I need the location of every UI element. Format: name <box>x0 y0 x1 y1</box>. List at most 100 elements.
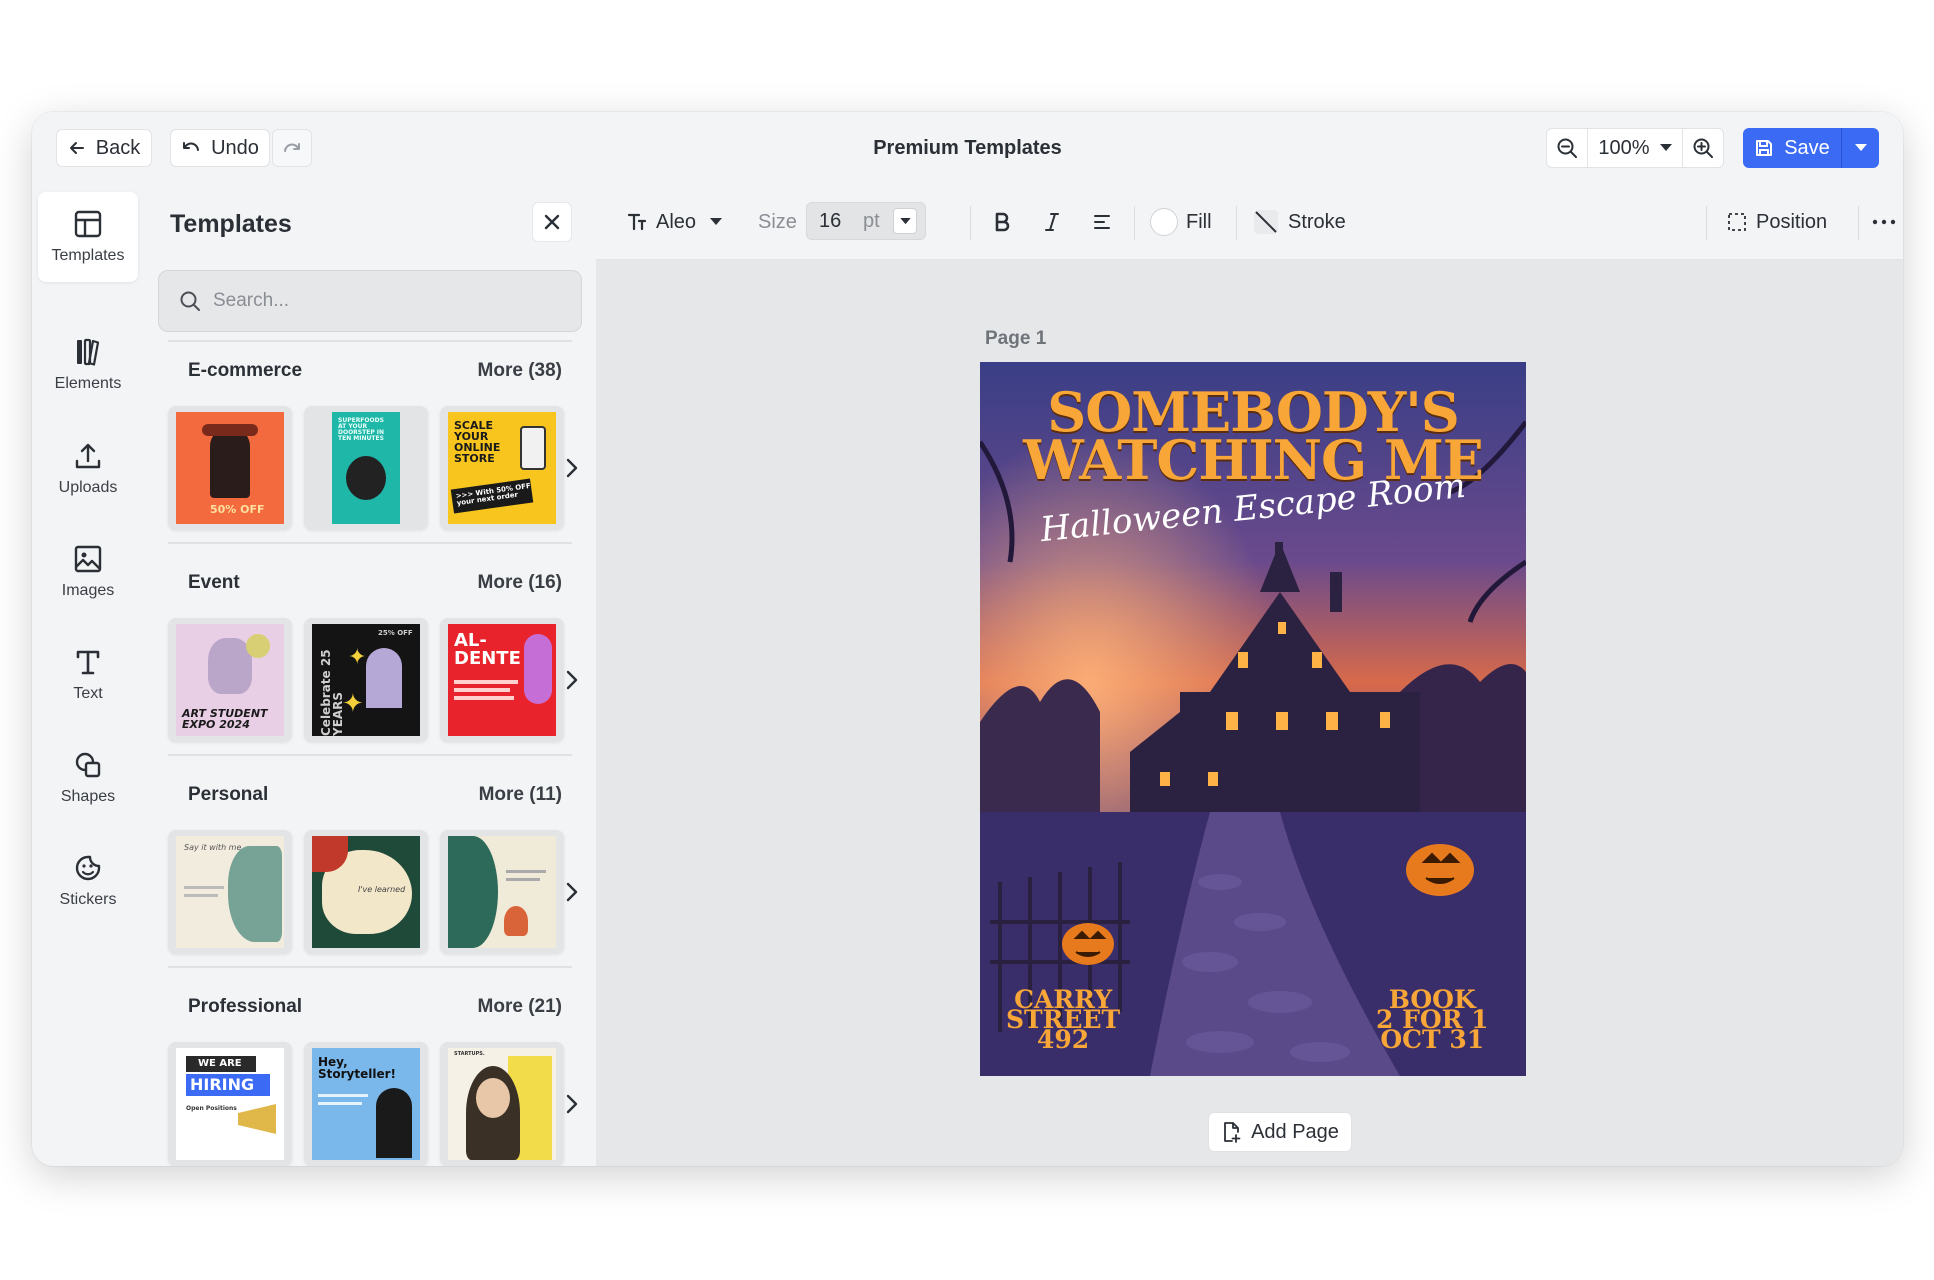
category-header-professional: Professional More (21) <box>188 996 562 1018</box>
template-thumbnail[interactable]: WE ARE HIRING Open Positions <box>168 1042 292 1166</box>
stroke-none-icon <box>1254 210 1278 234</box>
rail-label: Shapes <box>60 788 116 805</box>
italic-button[interactable] <box>1042 202 1062 242</box>
position-button[interactable]: Position <box>1726 202 1827 242</box>
category-more-link[interactable]: More (21) <box>478 996 562 1018</box>
stroke-button[interactable]: Stroke <box>1252 202 1346 242</box>
upload-icon <box>75 443 101 469</box>
category-name: Event <box>188 572 240 593</box>
thumbnail-text: SCALE YOUR ONLINE STORE <box>454 419 501 465</box>
category-header-personal: Personal More (11) <box>188 784 562 806</box>
thumbnail-subtext: 25% OFF <box>378 629 413 637</box>
category-header-ecommerce: E-commerce More (38) <box>188 360 562 382</box>
category-more-link[interactable]: More (38) <box>478 360 562 382</box>
thumbnail-text: I've learned <box>358 885 406 894</box>
page-label: Page 1 <box>985 328 1047 349</box>
position-label: Position <box>1756 210 1828 233</box>
template-thumbnail[interactable]: I've learned <box>304 830 428 954</box>
thumbnail-text: AL-DENTE <box>454 630 521 669</box>
template-thumbnail[interactable]: Celebrate 25 YEARS 25% OFF ✦ ✦ <box>304 618 428 742</box>
zoom-out-button[interactable] <box>1547 129 1587 167</box>
more-horizontal-icon <box>1872 219 1896 225</box>
rail-item-templates[interactable]: Templates <box>38 192 138 282</box>
top-bar: Back Undo Premium Templates 100% Save <box>32 112 1903 184</box>
position-icon <box>1728 213 1746 231</box>
font-size-input[interactable]: 16 pt <box>806 202 926 240</box>
scroll-right-button[interactable] <box>560 452 584 484</box>
scroll-right-button[interactable] <box>560 1088 584 1120</box>
template-thumbnail[interactable]: Say it with me <box>168 830 292 954</box>
font-size-dropdown[interactable] <box>893 208 917 234</box>
template-row-ecommerce: 50% OFF SUPERFOODS AT YOUR DOORSTEP IN T… <box>168 406 578 530</box>
zoom-out-icon <box>1557 138 1577 158</box>
stroke-label: Stroke <box>1288 210 1346 233</box>
library-icon <box>77 338 100 366</box>
rail-item-uploads[interactable]: Uploads <box>38 424 138 514</box>
italic-icon <box>1045 213 1059 231</box>
template-thumbnail[interactable] <box>440 830 564 954</box>
template-thumbnail[interactable]: STARTUPS. <box>440 1042 564 1166</box>
category-divider <box>168 542 572 544</box>
toolbar-divider <box>970 206 971 240</box>
align-left-icon <box>1094 215 1110 229</box>
thumbnail-caption: Open Positions <box>186 1105 237 1112</box>
zoom-in-icon <box>1693 138 1713 158</box>
template-row-event: ART STUDENT EXPO 2024 Celebrate 25 YEARS… <box>168 618 578 742</box>
search-input[interactable] <box>213 290 553 312</box>
poster-address[interactable]: CARRY STREET 492 <box>1006 987 1120 1052</box>
chevron-right-icon <box>566 1094 578 1114</box>
rail-item-shapes[interactable]: Shapes <box>38 733 138 823</box>
align-button[interactable] <box>1092 202 1112 242</box>
rail-label: Text <box>73 685 103 702</box>
template-thumbnail[interactable]: SUPERFOODS AT YOUR DOORSTEP IN TEN MINUT… <box>304 406 428 530</box>
add-page-button[interactable]: Add Page <box>1208 1112 1352 1152</box>
zoom-in-button[interactable] <box>1683 129 1723 167</box>
zoom-select[interactable]: 100% <box>1587 129 1683 167</box>
rail-item-stickers[interactable]: Stickers <box>38 836 138 926</box>
template-thumbnail[interactable]: AL-DENTE <box>440 618 564 742</box>
sticker-smile-icon <box>75 855 101 881</box>
category-more-link[interactable]: More (11) <box>479 784 562 806</box>
template-thumbnail[interactable]: Hey, Storyteller! <box>304 1042 428 1166</box>
thumbnail-text: WE ARE <box>198 1058 242 1069</box>
thumbnail-text: Hey, Storyteller! <box>318 1055 396 1081</box>
chevron-right-icon <box>566 882 578 902</box>
rail-item-elements[interactable]: Elements <box>38 320 138 410</box>
scroll-right-button[interactable] <box>560 664 584 696</box>
poster-offer-line: OCT 31 <box>1380 1025 1485 1054</box>
poster-offer[interactable]: BOOK 2 FOR 1 OCT 31 <box>1376 987 1489 1054</box>
category-name: Personal <box>188 784 269 805</box>
save-button[interactable]: Save <box>1743 128 1841 168</box>
category-divider <box>168 340 572 342</box>
rail-item-images[interactable]: Images <box>38 527 138 617</box>
add-page-label: Add Page <box>1251 1120 1339 1143</box>
font-family-select[interactable]: Aleo <box>626 202 723 242</box>
font-size-value: 16 <box>819 209 842 232</box>
more-options-button[interactable] <box>1872 202 1896 242</box>
toolbar-divider <box>1706 206 1707 240</box>
template-thumbnail[interactable]: SCALE YOUR ONLINE STORE >>> With 50% OFF… <box>440 406 564 530</box>
rail-item-text[interactable]: Text <box>38 630 138 720</box>
fill-button[interactable]: Fill <box>1150 202 1212 242</box>
page-canvas[interactable]: SOMEBODY'S WATCHING ME Halloween Escape … <box>980 362 1526 1076</box>
search-icon <box>180 291 200 311</box>
category-more-link[interactable]: More (16) <box>478 572 562 594</box>
scroll-right-button[interactable] <box>560 876 584 908</box>
bold-button[interactable] <box>992 202 1012 242</box>
thumbnail-text: Celebrate 25 YEARS <box>319 649 345 736</box>
save-options-button[interactable] <box>1841 128 1879 168</box>
rail-label: Stickers <box>59 891 117 908</box>
bold-icon <box>995 212 1010 232</box>
font-size-unit: pt <box>863 209 880 232</box>
template-thumbnail[interactable]: 50% OFF <box>168 406 292 530</box>
toolbar-divider <box>1134 206 1135 240</box>
thumbnail-text: SUPERFOODS AT YOUR DOORSTEP IN TEN MINUT… <box>338 417 385 442</box>
rail-label: Templates <box>51 247 125 264</box>
save-label: Save <box>1784 136 1830 159</box>
close-panel-button[interactable] <box>532 202 572 242</box>
text-icon <box>76 650 100 675</box>
template-thumbnail[interactable]: ART STUDENT EXPO 2024 <box>168 618 292 742</box>
thumbnail-text: 50% OFF <box>210 503 265 516</box>
thumbnail-text: ART STUDENT EXPO 2024 <box>182 707 268 731</box>
font-name: Aleo <box>656 210 697 233</box>
